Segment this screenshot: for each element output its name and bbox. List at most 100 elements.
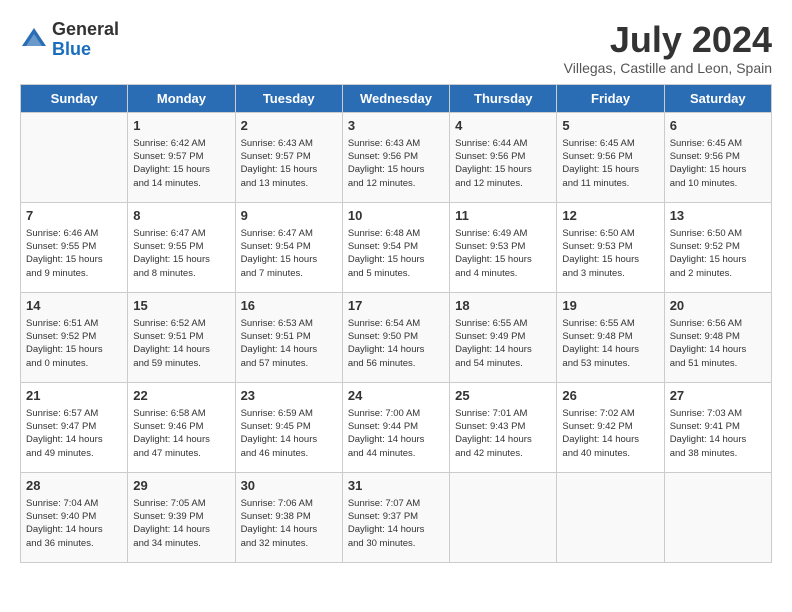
calendar-cell: 18 Sunrise: 6:55 AMSunset: 9:49 PMDayligh… [450, 292, 557, 382]
calendar-cell [21, 112, 128, 202]
calendar-week-row: 7Sunrise: 6:46 AMSunset: 9:55 PMDaylight… [21, 202, 772, 292]
cell-details: Sunrise: 6:48 AMSunset: 9:54 PMDaylight:… [348, 227, 444, 280]
header-friday: Friday [557, 84, 664, 112]
cell-details: Sunrise: 6:46 AMSunset: 9:55 PMDaylight:… [26, 227, 122, 280]
cell-details: Sunrise: 7:07 AMSunset: 9:37 PMDaylight:… [348, 497, 444, 550]
header-sunday: Sunday [21, 84, 128, 112]
day-number: 13 [670, 207, 766, 225]
calendar-cell: 8 Sunrise: 6:47 AMSunset: 9:55 PMDaylight… [128, 202, 235, 292]
day-number: 8 [133, 207, 229, 225]
logo-general: General [52, 20, 119, 40]
calendar-cell: 21Sunrise: 6:57 AMSunset: 9:47 PMDayligh… [21, 382, 128, 472]
cell-details: Sunrise: 7:00 AMSunset: 9:44 PMDaylight:… [348, 407, 444, 460]
calendar-cell: 3 Sunrise: 6:43 AMSunset: 9:56 PMDaylight… [342, 112, 449, 202]
cell-details: Sunrise: 6:45 AMSunset: 9:56 PMDaylight:… [670, 137, 766, 190]
cell-details: Sunrise: 6:52 AMSunset: 9:51 PMDaylight:… [133, 317, 229, 370]
day-number: 25 [455, 387, 551, 405]
logo-text: General Blue [52, 20, 119, 60]
calendar-cell: 13 Sunrise: 6:50 AMSunset: 9:52 PMDayligh… [664, 202, 771, 292]
cell-details: Sunrise: 6:58 AMSunset: 9:46 PMDaylight:… [133, 407, 229, 460]
title-block: July 2024 Villegas, Castille and Leon, S… [564, 20, 772, 76]
day-number: 4 [455, 117, 551, 135]
day-number: 11 [455, 207, 551, 225]
day-number: 15 [133, 297, 229, 315]
cell-details: Sunrise: 6:50 AMSunset: 9:52 PMDaylight:… [670, 227, 766, 280]
calendar-cell: 25 Sunrise: 7:01 AMSunset: 9:43 PMDayligh… [450, 382, 557, 472]
day-number: 22 [133, 387, 229, 405]
calendar-cell [557, 472, 664, 562]
cell-details: Sunrise: 6:47 AMSunset: 9:55 PMDaylight:… [133, 227, 229, 280]
calendar-cell: 23Sunrise: 6:59 AMSunset: 9:45 PMDayligh… [235, 382, 342, 472]
calendar-cell: 20 Sunrise: 6:56 AMSunset: 9:48 PMDayligh… [664, 292, 771, 382]
cell-details: Sunrise: 7:05 AMSunset: 9:39 PMDaylight:… [133, 497, 229, 550]
day-number: 1 [133, 117, 229, 135]
calendar-cell: 4 Sunrise: 6:44 AMSunset: 9:56 PMDaylight… [450, 112, 557, 202]
month-year-title: July 2024 [564, 20, 772, 60]
calendar-cell: 17Sunrise: 6:54 AMSunset: 9:50 PMDayligh… [342, 292, 449, 382]
day-number: 5 [562, 117, 658, 135]
calendar-cell: 16 Sunrise: 6:53 AMSunset: 9:51 PMDayligh… [235, 292, 342, 382]
calendar-cell: 1 Sunrise: 6:42 AMSunset: 9:57 PMDaylight… [128, 112, 235, 202]
calendar-week-row: 1 Sunrise: 6:42 AMSunset: 9:57 PMDaylight… [21, 112, 772, 202]
calendar-table: SundayMondayTuesdayWednesdayThursdayFrid… [20, 84, 772, 563]
day-number: 21 [26, 387, 122, 405]
calendar-cell: 7Sunrise: 6:46 AMSunset: 9:55 PMDaylight… [21, 202, 128, 292]
calendar-header-row: SundayMondayTuesdayWednesdayThursdayFrid… [21, 84, 772, 112]
day-number: 3 [348, 117, 444, 135]
header-tuesday: Tuesday [235, 84, 342, 112]
logo-blue: Blue [52, 40, 119, 60]
day-number: 28 [26, 477, 122, 495]
calendar-cell: 14Sunrise: 6:51 AMSunset: 9:52 PMDayligh… [21, 292, 128, 382]
day-number: 16 [241, 297, 337, 315]
location-subtitle: Villegas, Castille and Leon, Spain [564, 60, 772, 76]
calendar-cell: 5 Sunrise: 6:45 AMSunset: 9:56 PMDaylight… [557, 112, 664, 202]
cell-details: Sunrise: 6:54 AMSunset: 9:50 PMDaylight:… [348, 317, 444, 370]
cell-details: Sunrise: 6:55 AMSunset: 9:49 PMDaylight:… [455, 317, 551, 370]
day-number: 27 [670, 387, 766, 405]
logo: General Blue [20, 20, 119, 60]
day-number: 31 [348, 477, 444, 495]
day-number: 30 [241, 477, 337, 495]
calendar-cell: 9Sunrise: 6:47 AMSunset: 9:54 PMDaylight… [235, 202, 342, 292]
day-number: 20 [670, 297, 766, 315]
calendar-cell: 28 Sunrise: 7:04 AMSunset: 9:40 PMDayligh… [21, 472, 128, 562]
cell-details: Sunrise: 6:43 AMSunset: 9:56 PMDaylight:… [348, 137, 444, 190]
logo-icon [20, 26, 48, 54]
cell-details: Sunrise: 7:03 AMSunset: 9:41 PMDaylight:… [670, 407, 766, 460]
header-saturday: Saturday [664, 84, 771, 112]
cell-details: Sunrise: 7:06 AMSunset: 9:38 PMDaylight:… [241, 497, 337, 550]
calendar-cell: 30 Sunrise: 7:06 AMSunset: 9:38 PMDayligh… [235, 472, 342, 562]
cell-details: Sunrise: 6:55 AMSunset: 9:48 PMDaylight:… [562, 317, 658, 370]
header-thursday: Thursday [450, 84, 557, 112]
cell-details: Sunrise: 6:49 AMSunset: 9:53 PMDaylight:… [455, 227, 551, 280]
calendar-cell: 24 Sunrise: 7:00 AMSunset: 9:44 PMDayligh… [342, 382, 449, 472]
day-number: 2 [241, 117, 337, 135]
cell-details: Sunrise: 6:59 AMSunset: 9:45 PMDaylight:… [241, 407, 337, 460]
day-number: 29 [133, 477, 229, 495]
calendar-cell: 10 Sunrise: 6:48 AMSunset: 9:54 PMDayligh… [342, 202, 449, 292]
calendar-cell: 6 Sunrise: 6:45 AMSunset: 9:56 PMDaylight… [664, 112, 771, 202]
cell-details: Sunrise: 6:44 AMSunset: 9:56 PMDaylight:… [455, 137, 551, 190]
cell-details: Sunrise: 7:01 AMSunset: 9:43 PMDaylight:… [455, 407, 551, 460]
cell-details: Sunrise: 7:04 AMSunset: 9:40 PMDaylight:… [26, 497, 122, 550]
cell-details: Sunrise: 6:56 AMSunset: 9:48 PMDaylight:… [670, 317, 766, 370]
day-number: 12 [562, 207, 658, 225]
calendar-cell: 11 Sunrise: 6:49 AMSunset: 9:53 PMDayligh… [450, 202, 557, 292]
cell-details: Sunrise: 6:50 AMSunset: 9:53 PMDaylight:… [562, 227, 658, 280]
cell-details: Sunrise: 6:51 AMSunset: 9:52 PMDaylight:… [26, 317, 122, 370]
calendar-cell: 2 Sunrise: 6:43 AMSunset: 9:57 PMDaylight… [235, 112, 342, 202]
day-number: 18 [455, 297, 551, 315]
calendar-week-row: 14Sunrise: 6:51 AMSunset: 9:52 PMDayligh… [21, 292, 772, 382]
cell-details: Sunrise: 6:45 AMSunset: 9:56 PMDaylight:… [562, 137, 658, 190]
day-number: 26 [562, 387, 658, 405]
cell-details: Sunrise: 6:53 AMSunset: 9:51 PMDaylight:… [241, 317, 337, 370]
day-number: 10 [348, 207, 444, 225]
calendar-cell: 29 Sunrise: 7:05 AMSunset: 9:39 PMDayligh… [128, 472, 235, 562]
calendar-cell: 19Sunrise: 6:55 AMSunset: 9:48 PMDayligh… [557, 292, 664, 382]
day-number: 6 [670, 117, 766, 135]
cell-details: Sunrise: 6:47 AMSunset: 9:54 PMDaylight:… [241, 227, 337, 280]
cell-details: Sunrise: 6:43 AMSunset: 9:57 PMDaylight:… [241, 137, 337, 190]
header-monday: Monday [128, 84, 235, 112]
day-number: 24 [348, 387, 444, 405]
cell-details: Sunrise: 6:42 AMSunset: 9:57 PMDaylight:… [133, 137, 229, 190]
